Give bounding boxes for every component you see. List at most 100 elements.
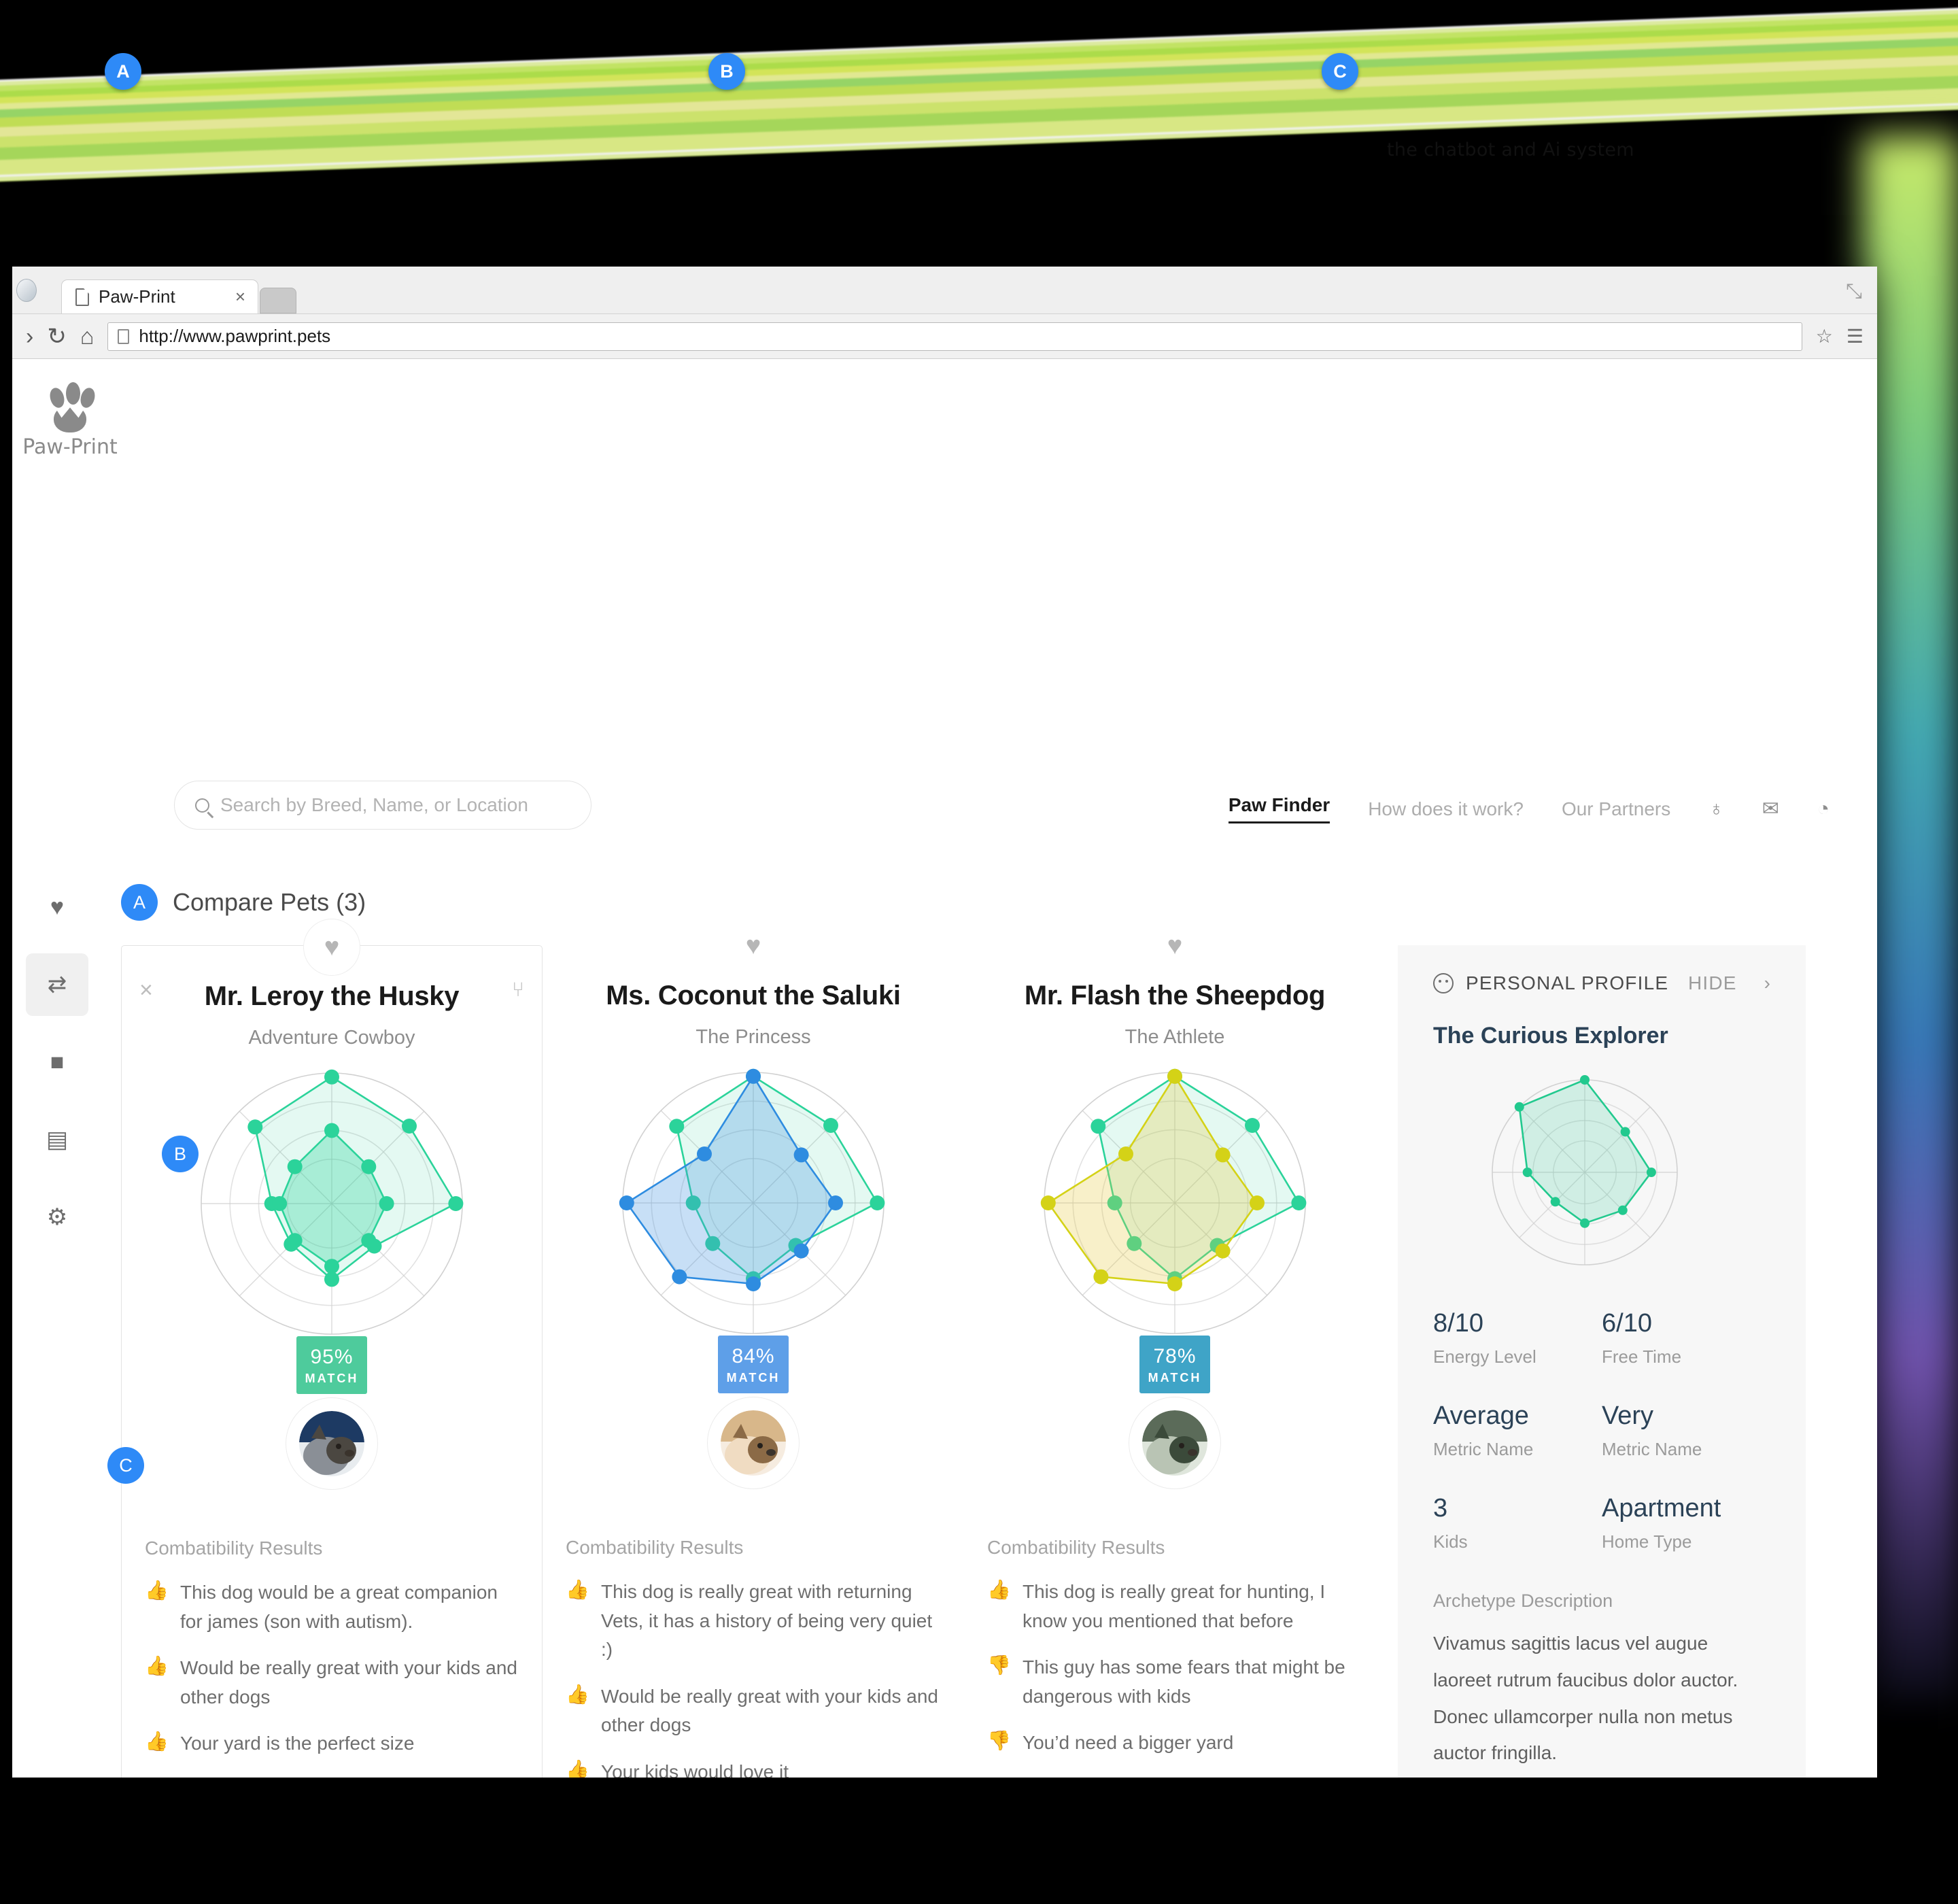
reload-icon[interactable]: ↻ bbox=[47, 325, 67, 348]
profile-header: PERSONAL PROFILE HIDE › bbox=[1433, 972, 1770, 994]
close-icon[interactable]: × bbox=[139, 977, 153, 1004]
logo-text: Paw-Print bbox=[22, 435, 118, 459]
thumb-down-icon: 👎 bbox=[987, 1775, 1011, 1778]
metric-name: Home Type bbox=[1602, 1531, 1692, 1552]
pet-name: Mr. Flash the Sheepdog bbox=[1024, 981, 1326, 1010]
result-item: 👍 Would be really great with your kids an… bbox=[145, 1654, 519, 1712]
match-badge: 95% MATCH bbox=[296, 1336, 367, 1394]
forward-icon[interactable]: › bbox=[26, 325, 33, 348]
browser-window: Paw-Print × ⤡ › ↻ ⌂ http://www.pawprint.… bbox=[12, 267, 1877, 1778]
favorite-button[interactable]: ♥ bbox=[1167, 932, 1183, 961]
pet-radar-chart: 95% MATCH bbox=[148, 1064, 515, 1490]
compatibility-results: Combatibility Results 👍 This dog is really… bbox=[964, 1537, 1386, 1778]
profile-metric: 3 Kids bbox=[1433, 1494, 1602, 1552]
tab-title: Paw-Print bbox=[99, 286, 175, 307]
personal-profile-panel: PERSONAL PROFILE HIDE › The Curious Explore… bbox=[1398, 945, 1806, 1778]
result-item: 👎 Tends to shed a lot and I know that was… bbox=[987, 1775, 1362, 1778]
result-item: 👍 Your kids would love it bbox=[566, 1758, 941, 1778]
profile-metric: Very Metric Name bbox=[1602, 1401, 1770, 1460]
new-tab-button[interactable] bbox=[260, 288, 296, 313]
avatar bbox=[286, 1397, 378, 1490]
thumb-up-icon: 👍 bbox=[566, 1579, 589, 1600]
annotation-badge-c: C bbox=[107, 1447, 144, 1484]
pet-card: ♥ × ⑂ Mr. Leroy the Husky Adventure Cowboy 95… bbox=[121, 919, 543, 1778]
pet-radar-chart: 84% MATCH bbox=[570, 1064, 937, 1489]
maximize-icon[interactable]: ⤡ bbox=[1846, 280, 1862, 303]
metric-value: Apartment bbox=[1602, 1494, 1721, 1523]
decorative-gradient-band bbox=[0, 3, 1958, 184]
heart-icon: ♥ bbox=[324, 932, 340, 962]
metric-name: Metric Name bbox=[1602, 1439, 1702, 1459]
url-bar[interactable]: http://www.pawprint.pets bbox=[107, 322, 1802, 351]
match-label: MATCH bbox=[726, 1371, 780, 1384]
results-heading: Combatibility Results bbox=[566, 1537, 744, 1558]
favorite-button[interactable]: ♥ bbox=[746, 932, 761, 961]
result-text: Would be really great with your kids and… bbox=[601, 1685, 938, 1736]
pet-archetype: The Princess bbox=[695, 1026, 811, 1048]
result-item: 👎 You’d need a bigger yard bbox=[987, 1729, 1362, 1758]
pet-name: Mr. Leroy the Husky bbox=[204, 981, 460, 1011]
metric-value: 3 bbox=[1433, 1494, 1448, 1523]
metric-name: Metric Name bbox=[1433, 1439, 1534, 1459]
compare-cards: ♥ × ⑂ Mr. Leroy the Husky Adventure Cowboy 95… bbox=[121, 919, 1877, 1778]
bell-icon[interactable]: ♁ bbox=[1708, 798, 1724, 821]
site-header bbox=[12, 359, 1877, 476]
archetype-description: Vivamus sagittis lacus vel augue laoreet… bbox=[1433, 1633, 1738, 1764]
result-text: This dog is really great with returning … bbox=[601, 1581, 933, 1661]
top-navigation: Paw Finder How does it work? Our Partners ♁… bbox=[1228, 794, 1830, 823]
result-text: Your yard is the perfect size bbox=[180, 1733, 415, 1754]
account-icon[interactable]: ◔ bbox=[1817, 798, 1830, 821]
sidebar-item-settings[interactable]: ⚙ bbox=[26, 1186, 88, 1248]
thumb-up-icon: 👍 bbox=[566, 1683, 589, 1705]
pet-photo bbox=[1142, 1410, 1207, 1476]
page-body: Paw-Print Search by Breed, Name, or Loca… bbox=[12, 359, 1877, 1778]
sidebar-item-compare[interactable]: ⇄ bbox=[26, 953, 88, 1016]
home-icon[interactable]: ⌂ bbox=[80, 325, 95, 348]
match-percent: 95% bbox=[310, 1346, 354, 1368]
metric-value: Very bbox=[1602, 1401, 1654, 1430]
search-input[interactable]: Search by Breed, Name, or Location bbox=[174, 781, 591, 830]
site-logo[interactable]: Paw-Print bbox=[19, 381, 121, 459]
thumb-down-icon: 👎 bbox=[987, 1654, 1011, 1676]
browser-logo-orb bbox=[16, 279, 37, 302]
share-icon[interactable]: ⑂ bbox=[512, 979, 524, 1002]
favorite-button[interactable]: ♥ bbox=[303, 919, 360, 976]
browser-tab[interactable]: Paw-Print × bbox=[61, 279, 258, 313]
pet-photo bbox=[299, 1411, 364, 1476]
thumb-down-icon: 👎 bbox=[987, 1730, 1011, 1752]
radar-svg bbox=[614, 1064, 893, 1346]
sidebar-item-saved[interactable]: ■ bbox=[26, 1031, 88, 1093]
result-text: Tends to shed a lot and I know that was … bbox=[180, 1776, 519, 1778]
url-page-icon bbox=[118, 328, 130, 344]
archetype-description-label: Archetype Description bbox=[1433, 1591, 1613, 1611]
url-text: http://www.pawprint.pets bbox=[139, 326, 331, 346]
nav-link-paw-finder[interactable]: Paw Finder bbox=[1228, 794, 1330, 823]
result-text: Tends to shed a lot and I know that was … bbox=[1023, 1775, 1362, 1778]
sidebar-item-favorites[interactable]: ♥ bbox=[26, 876, 88, 938]
sidebar-item-calendar[interactable]: ▤ bbox=[26, 1108, 88, 1171]
compatibility-results: Combatibility Results 👍 This dog would be … bbox=[122, 1537, 542, 1778]
page-title: A Compare Pets (3) bbox=[121, 884, 1877, 921]
thumb-up-icon: 👍 bbox=[566, 1758, 589, 1778]
nav-link-our-partners[interactable]: Our Partners bbox=[1562, 798, 1670, 820]
thumb-up-icon: 👍 bbox=[987, 1579, 1011, 1600]
pet-archetype: Adventure Cowboy bbox=[248, 1027, 415, 1049]
tab-close-icon[interactable]: × bbox=[235, 286, 245, 307]
browser-menu-icon[interactable]: ☰ bbox=[1847, 325, 1863, 347]
annotation-badge-b: B bbox=[162, 1136, 199, 1172]
avatar bbox=[707, 1397, 800, 1489]
mail-icon[interactable]: ✉ bbox=[1762, 797, 1779, 821]
result-text: This guy has some fears that might be da… bbox=[1023, 1656, 1345, 1707]
favorites-icon: ♥ bbox=[50, 894, 65, 920]
profile-metrics: 8/10 Energy Level 6/10 Free Time Average Metr… bbox=[1433, 1309, 1770, 1586]
calendar-icon: ▤ bbox=[46, 1127, 69, 1153]
result-text: This dog is really great for hunting, I … bbox=[1023, 1581, 1326, 1631]
profile-metric: 8/10 Energy Level bbox=[1433, 1309, 1602, 1367]
chevron-right-icon[interactable]: › bbox=[1764, 972, 1770, 994]
match-badge: 84% MATCH bbox=[718, 1336, 789, 1393]
bookmark-star-icon[interactable]: ☆ bbox=[1816, 325, 1833, 347]
nav-link-how-does-it-work[interactable]: How does it work? bbox=[1368, 798, 1524, 820]
result-item: 👍 Would be really great with your kids an… bbox=[566, 1682, 941, 1740]
pet-card: ♥ Ms. Coconut the Saluki The Princess 84% MA… bbox=[543, 932, 964, 1778]
hide-button[interactable]: HIDE bbox=[1688, 972, 1737, 994]
